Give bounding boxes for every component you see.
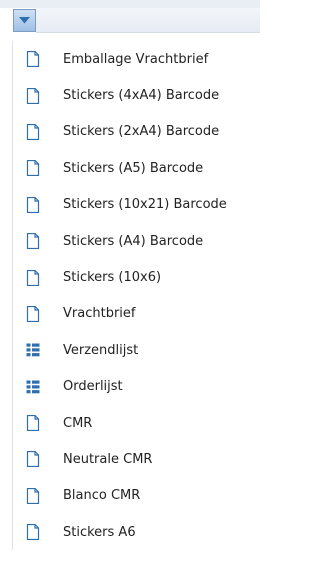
menu-item-label: Stickers (10x21) Barcode [63,197,227,213]
menu-item-stickers-2xa4-barcode[interactable]: Stickers (2xA4) Barcode [13,114,261,150]
document-icon [26,415,40,432]
menu-item-cmr[interactable]: CMR [13,405,261,441]
menu-item-stickers-4xa4-barcode[interactable]: Stickers (4xA4) Barcode [13,77,261,113]
menu-item-stickers-10x21-barcode[interactable]: Stickers (10x21) Barcode [13,187,261,223]
toolbar-strip [0,0,260,8]
chevron-down-icon [19,17,30,24]
document-icon [26,87,40,104]
menu-item-label: Stickers (4xA4) Barcode [63,88,220,104]
menu-item-label: Stickers (A4) Barcode [63,233,204,249]
menu-item-neutrale-cmr[interactable]: Neutrale CMR [13,441,261,477]
menu-item-label: Neutrale CMR [63,451,153,467]
menu-item-label: Vrachtbrief [63,306,136,322]
toolbar-bar [36,8,260,33]
menu-item-stickers-a6[interactable]: Stickers A6 [13,514,261,550]
list-icon [26,343,40,357]
document-icon [26,123,40,140]
document-icon [26,487,40,504]
menu-item-stickers-a5-barcode[interactable]: Stickers (A5) Barcode [13,150,261,186]
menu-item-blanco-cmr[interactable]: Blanco CMR [13,478,261,514]
menu-item-verzendlijst[interactable]: Verzendlijst [13,332,261,368]
menu-item-orderlijst[interactable]: Orderlijst [13,369,261,405]
menu-item-stickers-a4-barcode[interactable]: Stickers (A4) Barcode [13,223,261,259]
menu-item-label: Stickers A6 [63,524,136,540]
list-icon [26,380,40,394]
menu-item-stickers-10x6[interactable]: Stickers (10x6) [13,259,261,295]
menu-item-label: CMR [63,415,93,431]
document-icon [26,269,40,286]
menu-item-label: Emballage Vrachtbrief [63,51,209,67]
menu-item-label: Stickers (2xA4) Barcode [63,124,220,140]
menu-item-label: Orderlijst [63,379,123,395]
dropdown-button[interactable] [13,9,36,32]
menu-item-label: Verzendlijst [63,342,139,358]
dropdown-menu: Emballage Vrachtbrief Stickers (4xA4) Ba… [12,41,261,551]
menu-item-emballage-vrachtbrief[interactable]: Emballage Vrachtbrief [13,41,261,77]
document-icon [26,524,40,541]
menu-item-label: Blanco CMR [63,488,141,504]
document-icon [26,51,40,68]
menu-item-label: Stickers (A5) Barcode [63,160,204,176]
menu-item-label: Stickers (10x6) [63,270,162,286]
menu-item-vrachtbrief[interactable]: Vrachtbrief [13,296,261,332]
document-icon [26,233,40,250]
document-icon [26,196,40,213]
document-icon [26,305,40,322]
document-icon [26,160,40,177]
document-icon [26,451,40,468]
toolbar [0,0,260,37]
